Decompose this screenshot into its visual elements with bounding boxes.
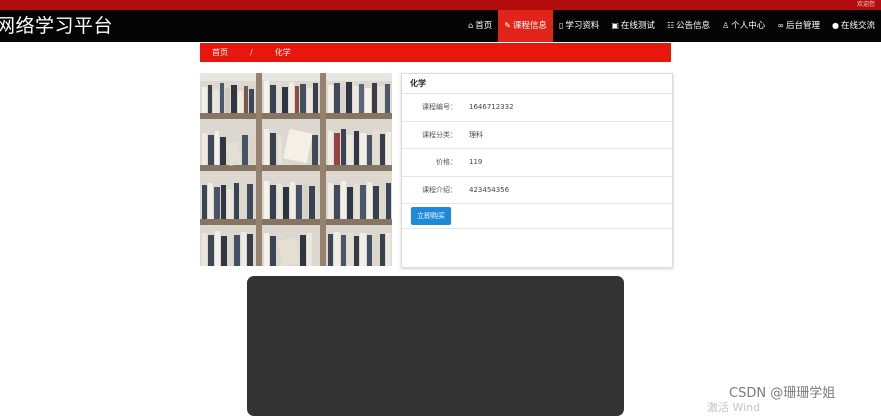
windows-activation-watermark: 激活 Wind bbox=[707, 401, 761, 414]
field-label: 课程介绍： bbox=[422, 185, 457, 194]
field-value: 423454356 bbox=[469, 185, 510, 194]
navbar: 网络学习平台 ⌂ 首页 ✎ 课程信息 ▯ 学习资料 ▣ 在线测试 ☷ 公告信息 … bbox=[0, 10, 881, 42]
notice-icon: ☷ bbox=[666, 21, 675, 30]
field-value: 1646712332 bbox=[469, 103, 514, 112]
nav-item-label: 后台管理 bbox=[785, 21, 820, 31]
course-title: 化学 bbox=[402, 74, 672, 94]
field-label: 价格： bbox=[436, 158, 457, 167]
field-label: 课程分类： bbox=[422, 130, 457, 139]
field-value: 理科 bbox=[469, 130, 483, 139]
nav-item-profile[interactable]: ♙ 个人中心 bbox=[716, 10, 771, 42]
user-icon: ♙ bbox=[722, 21, 730, 30]
breadcrumb-current: 化学 bbox=[274, 48, 291, 57]
field-row: 课程编号： 1646712332 bbox=[402, 94, 672, 122]
nav-item-notices[interactable]: ☷ 公告信息 bbox=[661, 10, 716, 42]
video-player[interactable] bbox=[247, 276, 624, 416]
course-icon: ✎ bbox=[504, 21, 511, 30]
nav-item-label: 个人中心 bbox=[731, 21, 766, 31]
breadcrumb: 首页 / 化学 bbox=[200, 43, 671, 62]
field-value: 119 bbox=[469, 158, 483, 167]
nav-item-courses[interactable]: ✎ 课程信息 bbox=[498, 10, 553, 42]
home-icon: ⌂ bbox=[468, 21, 474, 30]
site-brand[interactable]: 网络学习平台 bbox=[0, 14, 113, 38]
breadcrumb-separator: / bbox=[250, 48, 253, 57]
bookshelf-image bbox=[200, 73, 392, 266]
breadcrumb-home[interactable]: 首页 bbox=[200, 47, 228, 58]
nav-item-label: 公告信息 bbox=[676, 21, 711, 31]
welcome-text: 欢迎您 bbox=[856, 1, 875, 8]
nav-item-materials[interactable]: ▯ 学习资料 bbox=[553, 10, 605, 42]
nav-menu: ⌂ 首页 ✎ 课程信息 ▯ 学习资料 ▣ 在线测试 ☷ 公告信息 ♙ 个人中心 … bbox=[462, 10, 881, 42]
book-icon: ▯ bbox=[558, 21, 564, 30]
chat-icon: ● bbox=[832, 21, 839, 30]
nav-item-tests[interactable]: ▣ 在线测试 bbox=[605, 10, 661, 42]
link-icon: ∞ bbox=[777, 21, 784, 30]
course-image bbox=[200, 73, 392, 266]
field-row: 课程介绍： 423454356 bbox=[402, 177, 672, 204]
top-strip: 欢迎您 bbox=[0, 0, 881, 10]
field-row: 价格： 119 bbox=[402, 149, 672, 177]
nav-item-label: 学习资料 bbox=[565, 21, 600, 31]
test-icon: ▣ bbox=[611, 21, 619, 30]
course-detail-panel: 化学 课程编号： 1646712332 课程分类： 理科 价格： 119 课程介… bbox=[401, 73, 673, 268]
nav-item-chat[interactable]: ● 在线交流 bbox=[826, 10, 881, 42]
action-row: 立即购买 bbox=[402, 204, 672, 229]
nav-item-label: 课程信息 bbox=[512, 21, 547, 31]
nav-item-label: 首页 bbox=[475, 21, 493, 31]
field-label: 课程编号： bbox=[422, 103, 457, 112]
nav-item-label: 在线交流 bbox=[840, 21, 875, 31]
nav-item-home[interactable]: ⌂ 首页 bbox=[462, 10, 498, 42]
nav-item-admin[interactable]: ∞ 后台管理 bbox=[771, 10, 826, 42]
nav-item-label: 在线测试 bbox=[620, 21, 655, 31]
buy-now-button[interactable]: 立即购买 bbox=[411, 207, 451, 225]
field-row: 课程分类： 理科 bbox=[402, 122, 672, 149]
